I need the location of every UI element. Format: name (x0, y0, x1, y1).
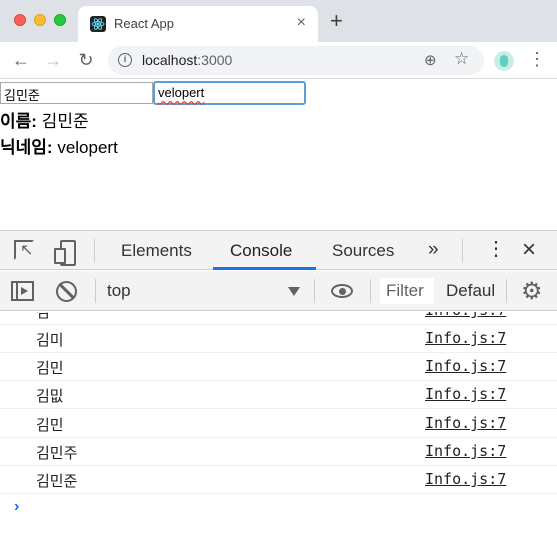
log-source-link[interactable]: Info.js:7 (425, 414, 506, 432)
console-toolbar: top Filter Default levels ⚙ (0, 271, 557, 311)
tab-title: React App (114, 16, 174, 31)
log-row: 김밊 Info.js:7 (0, 380, 557, 409)
console-prompt[interactable]: › (14, 498, 19, 516)
nickname-value: velopert (52, 138, 118, 157)
divider (314, 279, 315, 303)
name-display: 이름: 김민준 (0, 107, 89, 132)
tab-sources[interactable]: Sources (332, 241, 394, 261)
log-source-link[interactable]: Info.js:7 (425, 329, 506, 347)
browser-tab[interactable]: React App × (78, 6, 318, 42)
nickname-input-value: velopert (158, 85, 205, 100)
log-row: 김민 Info.js:7 (0, 352, 557, 381)
minimize-window-button[interactable] (34, 14, 46, 26)
log-source-link[interactable]: Info.js:7 (425, 385, 506, 403)
gear-icon[interactable]: ⚙ (521, 277, 543, 306)
filter-input[interactable]: Filter (380, 278, 434, 304)
log-row: 김민주 Info.js:7 (0, 437, 557, 466)
bookmark-star-icon[interactable]: ☆ (454, 49, 469, 69)
tab-console[interactable]: Console (230, 241, 292, 261)
extension-icon[interactable] (494, 51, 514, 71)
new-tab-button[interactable]: + (330, 10, 343, 32)
divider (506, 279, 507, 303)
more-tabs-icon[interactable]: » (428, 239, 439, 261)
active-tab-indicator (213, 267, 316, 270)
log-message: 김민 (36, 359, 64, 377)
page-viewport: 김민준 velopert 이름: 김민준 닉네임: velopert (0, 80, 557, 230)
tab-elements[interactable]: Elements (121, 241, 192, 261)
browser-menu-icon[interactable]: ⋮ (528, 50, 546, 68)
log-message: 김미 (36, 331, 64, 349)
close-tab-icon[interactable]: × (297, 14, 306, 32)
log-source-link[interactable]: Info.js:7 (425, 442, 506, 460)
divider (94, 239, 95, 263)
log-row: 김민준 Info.js:7 (0, 465, 557, 494)
devtools-tab-bar: Elements Console Sources » ⋮ × (0, 230, 557, 270)
close-window-button[interactable] (14, 14, 26, 26)
context-selector[interactable]: top (107, 281, 131, 301)
log-message: 김밊 (36, 387, 64, 405)
chevron-down-icon[interactable] (288, 287, 300, 296)
zoom-window-button[interactable] (54, 14, 66, 26)
log-source-link[interactable]: Info.js:7 (425, 357, 506, 375)
nickname-label: 닉네임: (0, 138, 53, 157)
show-sidebar-icon[interactable] (11, 281, 34, 301)
log-source-link[interactable]: Info.js:7 (425, 312, 506, 319)
url-host: localhost (142, 52, 198, 68)
clear-console-icon[interactable] (56, 281, 77, 302)
console-output: 김ㅡ Info.js:7 김미 Info.js:7 김민 Info.js:7 김… (0, 312, 557, 547)
url-text: localhost:3000 (142, 52, 232, 68)
log-row: 김민 Info.js:7 (0, 409, 557, 438)
browser-toolbar: ← → ↻ i localhost:3000 ⊕ ☆ ⋮ (0, 42, 557, 79)
live-expression-eye-icon[interactable] (331, 284, 353, 298)
url-port: :3000 (197, 52, 233, 68)
close-devtools-icon[interactable]: × (522, 236, 536, 264)
name-input[interactable]: 김민준 (0, 82, 153, 104)
zoom-icon[interactable]: ⊕ (424, 51, 437, 69)
nickname-input[interactable]: velopert (153, 81, 306, 105)
log-levels-dropdown[interactable]: Default levels (446, 281, 494, 301)
nickname-display: 닉네임: velopert (0, 133, 118, 158)
log-source-link[interactable]: Info.js:7 (425, 470, 506, 488)
tab-strip: React App × + (0, 0, 557, 42)
name-value: 김민준 (36, 112, 89, 131)
address-bar[interactable]: i localhost:3000 ⊕ ☆ (108, 46, 484, 75)
forward-arrow-icon[interactable]: → (41, 48, 65, 72)
reload-icon[interactable]: ↻ (74, 48, 98, 72)
react-logo-icon (90, 16, 106, 32)
devtools-menu-icon[interactable]: ⋮ (486, 239, 506, 259)
filter-placeholder: Filter (386, 281, 424, 300)
log-message: 김민주 (36, 444, 78, 462)
divider (95, 279, 96, 303)
site-info-icon[interactable]: i (118, 53, 132, 67)
log-row: 김미 Info.js:7 (0, 324, 557, 353)
log-message: 김ㅡ (36, 312, 64, 321)
back-arrow-icon[interactable]: ← (9, 48, 33, 72)
divider (462, 239, 463, 263)
log-message: 김민준 (36, 472, 78, 490)
log-message: 김민 (36, 416, 64, 434)
device-toolbar-icon[interactable] (54, 240, 76, 266)
inspect-element-icon[interactable] (14, 240, 34, 260)
divider (370, 279, 371, 303)
name-label: 이름: (0, 112, 37, 131)
